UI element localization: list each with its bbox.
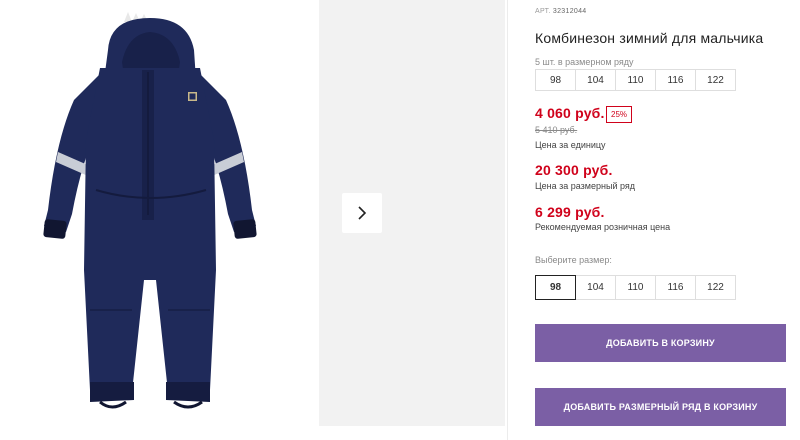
size-row-label: 5 шт. в размерном ряду: [535, 57, 634, 67]
chevron-right-icon: [358, 206, 367, 220]
unit-price: 4 060 руб.: [535, 105, 605, 121]
size-row-item: 116: [655, 69, 696, 91]
size-row-price-caption: Цена за размерный ряд: [535, 181, 636, 191]
size-row-item: 122: [695, 69, 736, 91]
retail-price: 6 299 руб.: [535, 204, 605, 220]
add-to-cart-button[interactable]: ДОБАВИТЬ В КОРЗИНУ: [535, 324, 786, 362]
size-selector: 98 104 110 116 122: [535, 275, 736, 300]
article-value: 32312044: [552, 8, 587, 15]
size-row-item: 110: [615, 69, 656, 91]
size-option-116[interactable]: 116: [655, 275, 696, 300]
snowsuit-image: [43, 12, 257, 409]
size-option-110[interactable]: 110: [615, 275, 656, 300]
size-row-item: 98: [535, 69, 576, 91]
size-row-list: 98 104 110 116 122: [535, 69, 736, 91]
article-label: АРТ.: [535, 8, 551, 15]
next-image-button[interactable]: [342, 193, 382, 233]
product-gallery: [0, 0, 510, 440]
size-row-price: 20 300 руб.: [535, 162, 613, 178]
size-option-104[interactable]: 104: [575, 275, 616, 300]
size-option-122[interactable]: 122: [695, 275, 736, 300]
main-product-photo[interactable]: [0, 0, 318, 440]
size-option-98[interactable]: 98: [535, 275, 576, 300]
choose-size-label: Выберите размер:: [535, 255, 612, 265]
unit-price-caption: Цена за единицу: [535, 140, 606, 150]
retail-price-caption: Рекомендуемая розничная цена: [535, 222, 671, 232]
add-size-row-to-cart-button[interactable]: ДОБАВИТЬ РАЗМЕРНЫЙ РЯД В КОРЗИНУ: [535, 388, 786, 426]
discount-badge: 25%: [606, 106, 633, 123]
size-row-item: 104: [575, 69, 616, 91]
gallery-divider: [507, 0, 508, 440]
product-title: Комбинезон зимний для мальчика: [535, 30, 764, 46]
old-price: 5 410 руб.: [535, 125, 578, 135]
article-number: АРТ. 32312044: [535, 8, 586, 15]
